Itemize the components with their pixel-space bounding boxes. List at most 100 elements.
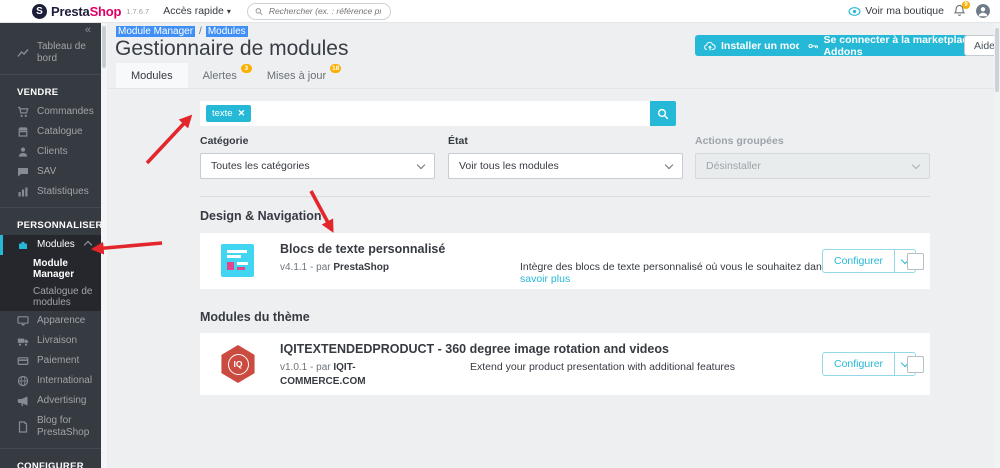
sidebar-scrollbar[interactable] <box>101 22 107 468</box>
breadcrumb-current[interactable]: Modules <box>205 26 248 37</box>
catalog-icon <box>18 127 28 137</box>
sidebar-item-apparence[interactable]: Apparence <box>0 311 101 331</box>
notifications-button[interactable]: 9 <box>953 1 970 18</box>
sidebar-item-catalogue[interactable]: Catalogue <box>0 122 101 142</box>
main-content: Module Manager / Modules Gestionnaire de… <box>107 22 1000 468</box>
sidebar-item-modules[interactable]: Modules <box>0 235 101 255</box>
category-label: Catégorie <box>200 135 249 147</box>
sidebar-section-configurer: CONFIGURER <box>17 461 84 468</box>
module-checkbox[interactable] <box>907 356 924 373</box>
chevron-down-icon <box>911 160 921 169</box>
search-submit-button[interactable] <box>650 101 676 126</box>
chevron-down-icon <box>664 160 674 169</box>
modules-icon <box>19 241 27 249</box>
state-label: État <box>448 135 468 147</box>
topbar: S PrestaShop 1.7.6.7 Accès rapide ▾ Voir… <box>0 0 1000 23</box>
eye-icon <box>848 6 861 16</box>
key-icon <box>808 43 818 48</box>
bulk-actions-label: Actions groupées <box>695 135 784 147</box>
sidebar-item-sav[interactable]: SAV <box>0 162 101 182</box>
module-row-blocs-texte: Blocs de texte personnalisé v4.1.1 - par… <box>200 233 930 289</box>
sidebar-divider <box>0 448 101 449</box>
close-icon[interactable]: ✕ <box>238 108 246 119</box>
configure-button-group: Configurer <box>822 249 917 273</box>
module-checkbox[interactable] <box>907 253 924 270</box>
sidebar-item-statistiques[interactable]: Statistiques <box>0 182 101 202</box>
sidebar-item-livraison[interactable]: Livraison <box>0 331 101 351</box>
search-icon <box>255 7 263 15</box>
collapse-icon: « <box>84 24 91 36</box>
global-search[interactable] <box>246 2 391 20</box>
version-label: 1.7.6.7 <box>126 6 150 16</box>
shipping-icon <box>17 338 29 346</box>
module-title: IQITEXTENDEDPRODUCT - 360 degree image r… <box>280 342 669 356</box>
sidebar-item-commandes[interactable]: Commandes <box>0 102 101 122</box>
international-icon <box>17 375 29 387</box>
tab-mises-a-jour[interactable]: Mises à jour 18 <box>252 63 342 88</box>
customers-icon <box>18 147 28 157</box>
sidebar-divider <box>0 74 101 75</box>
sidebar-collapse-button[interactable]: « <box>0 22 101 37</box>
sidebar-section-personnaliser: PERSONNALISER <box>17 220 101 231</box>
sidebar-item-dashboard[interactable]: Tableau de bord <box>0 37 101 69</box>
sidebar-item-clients[interactable]: Clients <box>0 142 101 162</box>
section-modules-theme: Modules du thème <box>200 310 310 324</box>
dashboard-icon <box>17 49 29 57</box>
prestashop-logo-icon: S <box>32 3 47 19</box>
category-select[interactable]: Toutes les catégories <box>200 153 435 179</box>
module-icon: IQ <box>221 345 255 383</box>
section-design-navigation: Design & Navigation <box>200 209 322 223</box>
prestashop-admin: S PrestaShop 1.7.6.7 Accès rapide ▾ Voir… <box>0 0 1000 468</box>
advertising-icon <box>17 396 28 406</box>
chevron-down-icon: ▾ <box>226 6 231 16</box>
cloud-upload-icon <box>704 41 716 50</box>
tab-alertes[interactable]: Alertes 3 <box>188 63 252 88</box>
sidebar-item-international[interactable]: International <box>0 371 101 391</box>
view-shop-link[interactable]: Voir ma boutique <box>848 5 944 17</box>
module-row-iqitextendedproduct: IQ IQITEXTENDEDPRODUCT - 360 degree imag… <box>200 333 930 395</box>
tab-bar: Modules Alertes 3 Mises à jour 18 <box>107 63 1000 89</box>
module-icon <box>221 244 254 277</box>
profile-button[interactable] <box>976 4 990 18</box>
sidebar-item-paiement[interactable]: Paiement <box>0 351 101 371</box>
chevron-down-icon <box>416 160 426 169</box>
configure-button[interactable]: Configurer <box>823 353 894 375</box>
module-version: v4.1.1 - par PrestaShop <box>280 262 389 273</box>
search-tag: texte ✕ <box>206 105 252 122</box>
payment-icon <box>17 357 29 365</box>
topbar-right: Voir ma boutique 9 <box>848 1 990 18</box>
module-description: Extend your product presentation with ad… <box>470 361 735 373</box>
search-icon <box>657 108 669 119</box>
alertes-badge: 3 <box>240 64 252 73</box>
module-title: Blocs de texte personnalisé <box>280 242 446 256</box>
sidebar-section-vendre: VENDRE <box>17 87 59 98</box>
breadcrumb-parent[interactable]: Module Manager <box>116 26 196 37</box>
configure-button[interactable]: Configurer <box>823 250 894 272</box>
notification-badge: 9 <box>962 1 970 9</box>
breadcrumb-separator: / <box>199 26 202 37</box>
quick-access-menu[interactable]: Accès rapide ▾ <box>163 5 231 17</box>
sidebar-item-advertising[interactable]: Advertising <box>0 391 101 411</box>
section-divider <box>200 196 930 197</box>
page-scrollbar-thumb[interactable] <box>995 28 999 92</box>
sidebar-divider <box>0 207 101 208</box>
sidebar-modules-block: Modules Module Manager Catalogue de modu… <box>0 235 101 311</box>
tab-modules[interactable]: Modules <box>116 63 188 88</box>
breadcrumb: Module Manager / Modules <box>116 26 248 37</box>
chevron-up-icon <box>83 240 93 250</box>
updates-badge: 18 <box>330 64 342 73</box>
brand-name: PrestaShop <box>51 3 122 19</box>
bulk-actions-select[interactable]: Désinstaller <box>695 153 930 179</box>
state-select[interactable]: Voir tous les modules <box>448 153 683 179</box>
customer-service-icon <box>18 168 28 177</box>
sidebar-item-blog[interactable]: Blog for PrestaShop <box>0 411 101 443</box>
page-scrollbar[interactable] <box>994 22 1000 468</box>
sidebar-scrollbar-thumb[interactable] <box>102 26 106 68</box>
stats-icon <box>18 187 28 197</box>
sidebar-item-module-manager[interactable]: Module Manager <box>0 255 101 283</box>
blog-icon <box>18 421 28 433</box>
avatar-icon <box>976 4 990 18</box>
sidebar-item-catalogue-modules[interactable]: Catalogue de modules <box>0 283 101 311</box>
module-search-bar[interactable]: texte ✕ <box>200 101 676 126</box>
global-search-input[interactable] <box>266 5 383 17</box>
